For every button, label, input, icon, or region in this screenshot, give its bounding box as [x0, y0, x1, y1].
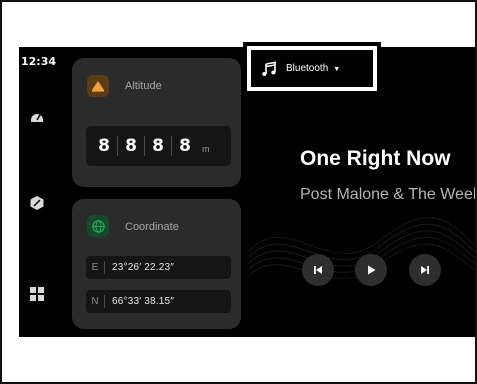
grid-apps-icon[interactable]	[29, 286, 45, 302]
altitude-card[interactable]: Altitude 8 8 8 8 m	[72, 58, 241, 187]
coordinate-divider	[104, 295, 105, 308]
coordinate-divider	[104, 261, 105, 274]
warning-triangle-icon	[87, 75, 109, 97]
song-title: One Right Now	[300, 147, 451, 170]
screenshot-frame: 12:34 Altitude 8 8 8 8 m Coordinate E 23…	[0, 0, 477, 384]
song-artist: Post Malone & The Weeknd	[300, 186, 475, 203]
bluetooth-source-highlight: Bluetooth ▼	[243, 42, 381, 95]
side-rail: 12:34	[19, 47, 63, 337]
coordinate-row-north: N 66°33′ 38.15″	[86, 290, 231, 313]
next-button[interactable]	[409, 254, 441, 286]
altitude-digit: 8	[152, 136, 164, 156]
play-icon	[368, 265, 376, 275]
hexagon-icon[interactable]	[29, 195, 45, 211]
music-note-icon	[262, 61, 276, 76]
coordinate-value: 23°26′ 22.23″	[112, 262, 175, 273]
altitude-title: Altitude	[125, 80, 162, 92]
coordinate-card[interactable]: Coordinate E 23°26′ 22.23″ N 66°33′ 38.1…	[72, 199, 241, 329]
next-icon	[421, 266, 429, 274]
altitude-digit: 8	[98, 136, 110, 156]
altitude-unit: m	[202, 144, 210, 154]
coordinate-direction: N	[91, 296, 99, 307]
globe-icon	[87, 215, 109, 237]
previous-button[interactable]	[302, 254, 334, 286]
coordinate-value: 66°33′ 38.15″	[112, 296, 175, 307]
coordinate-row-east: E 23°26′ 22.23″	[86, 256, 231, 279]
audio-source-label: Bluetooth	[286, 63, 329, 74]
previous-icon	[314, 266, 322, 274]
status-clock: 12:34	[21, 55, 57, 68]
altitude-digit: 8	[179, 136, 191, 156]
speedometer-icon[interactable]	[29, 109, 45, 125]
coordinate-title: Coordinate	[125, 221, 179, 233]
play-button[interactable]	[355, 254, 387, 286]
wave-decoration	[249, 217, 475, 280]
altitude-readout: 8 8 8 8 m	[86, 126, 231, 166]
chevron-down-icon: ▼	[333, 65, 341, 73]
bluetooth-source-selector[interactable]: Bluetooth ▼	[251, 50, 373, 87]
coordinate-direction: E	[91, 262, 99, 273]
altitude-digit: 8	[125, 136, 137, 156]
